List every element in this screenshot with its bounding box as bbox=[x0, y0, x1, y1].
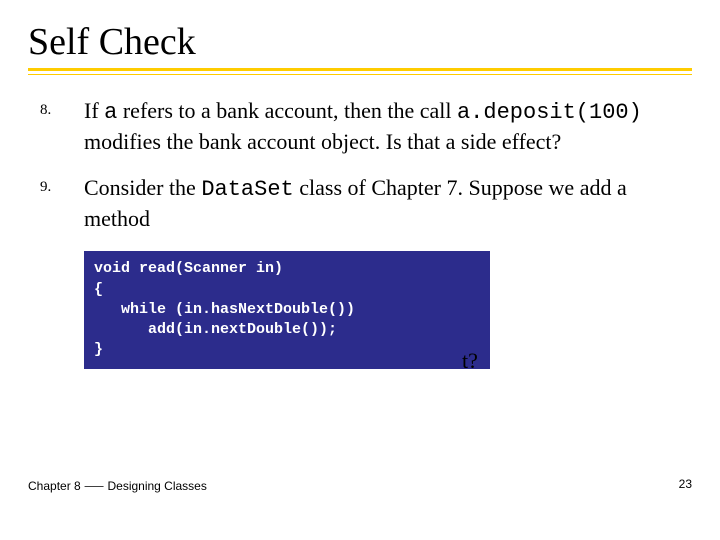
text: modifies the bank account object. Is tha… bbox=[84, 129, 561, 154]
item-body: Consider the DataSet class of Chapter 7.… bbox=[84, 174, 692, 233]
inline-code: a bbox=[104, 100, 117, 125]
item-list: 8. If a refers to a bank account, then t… bbox=[28, 97, 692, 233]
footer-left: Chapter 8 ⸺ Designing Classes bbox=[28, 477, 207, 494]
text: Consider the bbox=[84, 175, 201, 200]
item-body: If a refers to a bank account, then the … bbox=[84, 97, 692, 156]
item-number: 9. bbox=[40, 174, 84, 233]
occluded-text: t? bbox=[462, 348, 478, 374]
code-block: void read(Scanner in) { while (in.hasNex… bbox=[84, 251, 490, 368]
list-item: 8. If a refers to a bank account, then t… bbox=[40, 97, 692, 156]
slide: Self Check 8. If a refers to a bank acco… bbox=[0, 0, 720, 540]
footer: Chapter 8 ⸺ Designing Classes 23 bbox=[28, 477, 692, 494]
page-number: 23 bbox=[679, 477, 692, 494]
slide-title: Self Check bbox=[28, 20, 692, 64]
text: refers to a bank account, then the call bbox=[117, 98, 457, 123]
inline-code: a.deposit(100) bbox=[457, 100, 642, 125]
title-underline bbox=[28, 68, 692, 75]
text: If bbox=[84, 98, 104, 123]
item-number: 8. bbox=[40, 97, 84, 156]
list-item: 9. Consider the DataSet class of Chapter… bbox=[40, 174, 692, 233]
inline-code: DataSet bbox=[201, 177, 293, 202]
